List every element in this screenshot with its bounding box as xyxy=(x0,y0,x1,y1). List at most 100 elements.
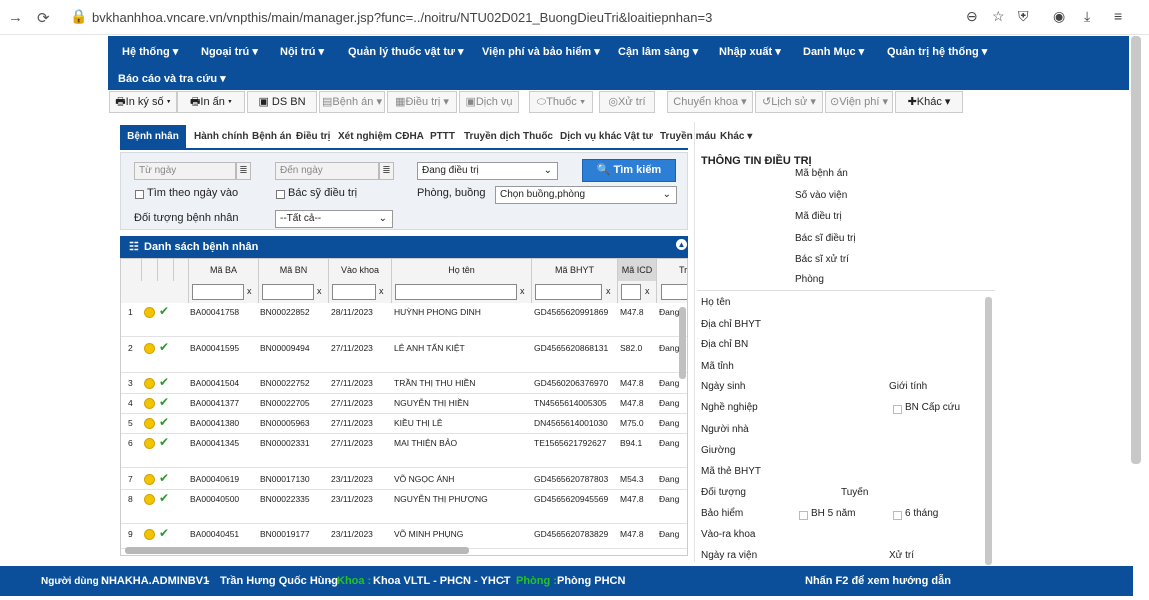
column-header[interactable]: Mã BA xyxy=(189,259,259,281)
calendar-icon[interactable]: ≣ xyxy=(379,162,394,180)
tab-vat-tu[interactable]: Vật tư xyxy=(624,125,653,149)
account-icon[interactable]: ◉ xyxy=(1053,8,1065,25)
nav-can-lam-sang[interactable]: Cận lâm sàng ▾ xyxy=(618,45,698,58)
chuyen-khoa-button[interactable]: Chuyển khoa ▾ xyxy=(667,91,753,113)
table-row[interactable]: ✔ 6 BA00041345 BN00002331 27/11/2023 MAI THIỆ… xyxy=(121,434,687,468)
table-row[interactable]: ✔ 7 BA00040619 BN00017130 23/11/2023 VÕ NGỌC … xyxy=(121,470,687,490)
tab-benh-nhan[interactable]: Bệnh nhân xyxy=(120,125,186,149)
table-row[interactable]: ✔ 8 BA00040500 BN00022335 23/11/2023 NGUYỄN T… xyxy=(121,490,687,524)
reload-icon[interactable]: ⟳ xyxy=(37,9,50,27)
tab-dieu-tri[interactable]: Điều trị xyxy=(296,125,330,149)
nav-noi-tru[interactable]: Nội trú ▾ xyxy=(280,45,324,58)
filter-input-vao-khoa[interactable] xyxy=(332,284,376,300)
room-select[interactable]: Chọn buồng,phòng ⌄ xyxy=(495,186,677,204)
status-select[interactable]: Đang điều trị ⌄ xyxy=(417,162,558,180)
cell-name: VÕ MINH PHỤNG xyxy=(394,529,464,539)
cell-name: MAI THIỆN BẢO xyxy=(394,438,458,448)
six-month-checkbox[interactable] xyxy=(893,511,902,520)
dich-vu-button[interactable]: ▣Dịch vụ xyxy=(459,91,519,113)
cell-ba: BA00040500 xyxy=(190,494,240,504)
tab-cdha[interactable]: CĐHA xyxy=(395,125,424,149)
benh-an-button[interactable]: ▤Bệnh án ▾ xyxy=(319,91,385,113)
star-icon[interactable]: ☆ xyxy=(992,8,1005,25)
filter-input-ma-ba[interactable] xyxy=(192,284,244,300)
menu-icon[interactable]: ≡ xyxy=(1114,8,1122,24)
grid-horizontal-scrollbar[interactable] xyxy=(125,547,469,554)
column-header[interactable]: Tra xyxy=(657,259,687,281)
nav-ngoai-tru[interactable]: Ngoại trú ▾ xyxy=(201,45,258,58)
table-row[interactable]: ✔ 4 BA00041377 BN00022705 27/11/2023 NGUYỄN T… xyxy=(121,394,687,414)
info-label: Người nhà xyxy=(701,424,749,435)
khac-button[interactable]: ✚Khác ▾ xyxy=(895,91,963,113)
tab-hanh-chinh[interactable]: Hành chính xyxy=(194,125,248,149)
zoom-icon[interactable]: ⊖ xyxy=(966,8,978,25)
table-row[interactable]: ✔ 9 BA00040451 BN00019177 23/11/2023 VÕ MINH … xyxy=(121,525,687,549)
table-row[interactable]: ✔ 2 BA00041595 BN00009494 27/11/2023 LÊ ANH T… xyxy=(121,339,687,373)
search-by-date-checkbox[interactable] xyxy=(135,190,144,199)
column-header[interactable]: Mã BHYT xyxy=(532,259,618,281)
info-label: Giới tính xyxy=(889,381,928,392)
download-icon[interactable]: ⤓ xyxy=(1084,8,1090,25)
tab-pttt[interactable]: PTTT xyxy=(430,125,455,149)
grid-vertical-scrollbar[interactable] xyxy=(679,307,686,379)
ds-bn-button[interactable]: ▣ DS BN xyxy=(247,91,317,113)
column-header[interactable]: Vào khoa xyxy=(329,259,392,281)
page-scrollbar[interactable] xyxy=(1131,36,1141,464)
address-bar[interactable]: bvkhanhhoa.vncare.vn/vnpthis/main/manage… xyxy=(92,10,712,25)
back-icon[interactable]: → xyxy=(8,9,23,26)
table-row[interactable]: ✔ 5 BA00041380 BN00005963 27/11/2023 KIỀU THỊ… xyxy=(121,414,687,434)
in-ky-so-button[interactable]: 🖶In ký số ▾ xyxy=(109,91,177,113)
info-scrollbar[interactable] xyxy=(985,297,992,565)
lock-icon[interactable]: 🔒 xyxy=(70,8,87,25)
nav-he-thong[interactable]: Hệ thống ▾ xyxy=(122,45,178,58)
column-header[interactable]: Mã ICD xyxy=(618,259,657,281)
bn-cap-cuu-checkbox[interactable] xyxy=(893,405,902,414)
lich-su-button[interactable]: ↺Lịch sử ▾ xyxy=(755,91,823,113)
column-header[interactable]: Mã BN xyxy=(259,259,329,281)
room: Phòng PHCN xyxy=(557,575,626,587)
filter-input-ma-bn[interactable] xyxy=(262,284,314,300)
shield-icon[interactable]: ⛨ xyxy=(1018,8,1029,25)
search-icon: 🔍 xyxy=(596,164,611,176)
tab-thuoc[interactable]: Thuốc xyxy=(523,125,553,149)
column-header[interactable]: Họ tên xyxy=(392,259,532,281)
cell-icd: M75.0 xyxy=(620,418,644,428)
vien-phi-button[interactable]: ⊙Viện phí ▾ xyxy=(825,91,893,113)
filter-input-trang-thai[interactable] xyxy=(661,284,687,300)
xu-tri-button[interactable]: ◎Xử trí xyxy=(599,91,655,113)
nav-quan-tri[interactable]: Quản trị hệ thống ▾ xyxy=(887,45,987,58)
filter-input-ho-ten[interactable] xyxy=(395,284,517,300)
in-an-button[interactable]: 🖶In ấn ▾ xyxy=(177,91,245,113)
search-button[interactable]: 🔍 Tìm kiếm xyxy=(582,159,676,182)
tab-truyen-dich[interactable]: Truyền dịch xyxy=(464,125,520,149)
cell-name: NGUYỄN THỊ PHƯỢNG xyxy=(394,494,488,504)
cell-bn: BN00022852 xyxy=(260,307,310,317)
dieu-tri-button[interactable]: ▦Điều trị ▾ xyxy=(387,91,457,113)
nav-vien-phi[interactable]: Viện phí và bảo hiểm ▾ xyxy=(482,45,600,58)
cell-n: 9 xyxy=(128,529,133,539)
from-date-input[interactable]: Từ ngày xyxy=(134,162,236,180)
doctor-checkbox[interactable] xyxy=(276,190,285,199)
table-row[interactable]: ✔ 3 BA00041504 BN00022752 27/11/2023 TRẦN THỊ… xyxy=(121,374,687,394)
printer-icon: 🖶 xyxy=(190,96,201,108)
cell-bhyt: GD4565620945569 xyxy=(534,494,609,504)
collapse-icon[interactable]: ▲ xyxy=(676,239,687,250)
patient-type-label: Đối tượng bệnh nhân xyxy=(134,212,239,224)
tab-xet-nghiem[interactable]: Xét nghiệm xyxy=(338,125,392,149)
thuoc-button[interactable]: ⬭Thuốc ▾ xyxy=(529,91,593,113)
patient-type-select[interactable]: --Tất cả-- ⌄ xyxy=(275,210,393,228)
table-row[interactable]: ✔ 1 BA00041758 BN00022852 28/11/2023 HUỲNH PH… xyxy=(121,303,687,337)
tab-benh-an[interactable]: Bệnh án xyxy=(252,125,291,149)
to-date-input[interactable]: Đến ngày xyxy=(275,162,379,180)
tab-dich-vu-khac[interactable]: Dịch vụ khác xyxy=(560,125,622,149)
nav-danh-muc[interactable]: Danh Mục ▾ xyxy=(803,45,864,58)
nav-nhap-xuat[interactable]: Nhập xuất ▾ xyxy=(719,45,781,58)
patient-list-title: Danh sách bệnh nhân xyxy=(144,241,259,253)
bh-5-nam-checkbox[interactable] xyxy=(799,511,808,520)
filter-input-ma-icd[interactable] xyxy=(621,284,641,300)
nav-quan-ly-thuoc[interactable]: Quản lý thuốc vật tư ▾ xyxy=(348,45,464,58)
nav-bao-cao[interactable]: Báo cáo và tra cứu ▾ xyxy=(118,72,226,85)
filter-input-ma-bhyt[interactable] xyxy=(535,284,602,300)
cell-st: Đang xyxy=(659,418,680,428)
calendar-icon[interactable]: ≣ xyxy=(236,162,251,180)
